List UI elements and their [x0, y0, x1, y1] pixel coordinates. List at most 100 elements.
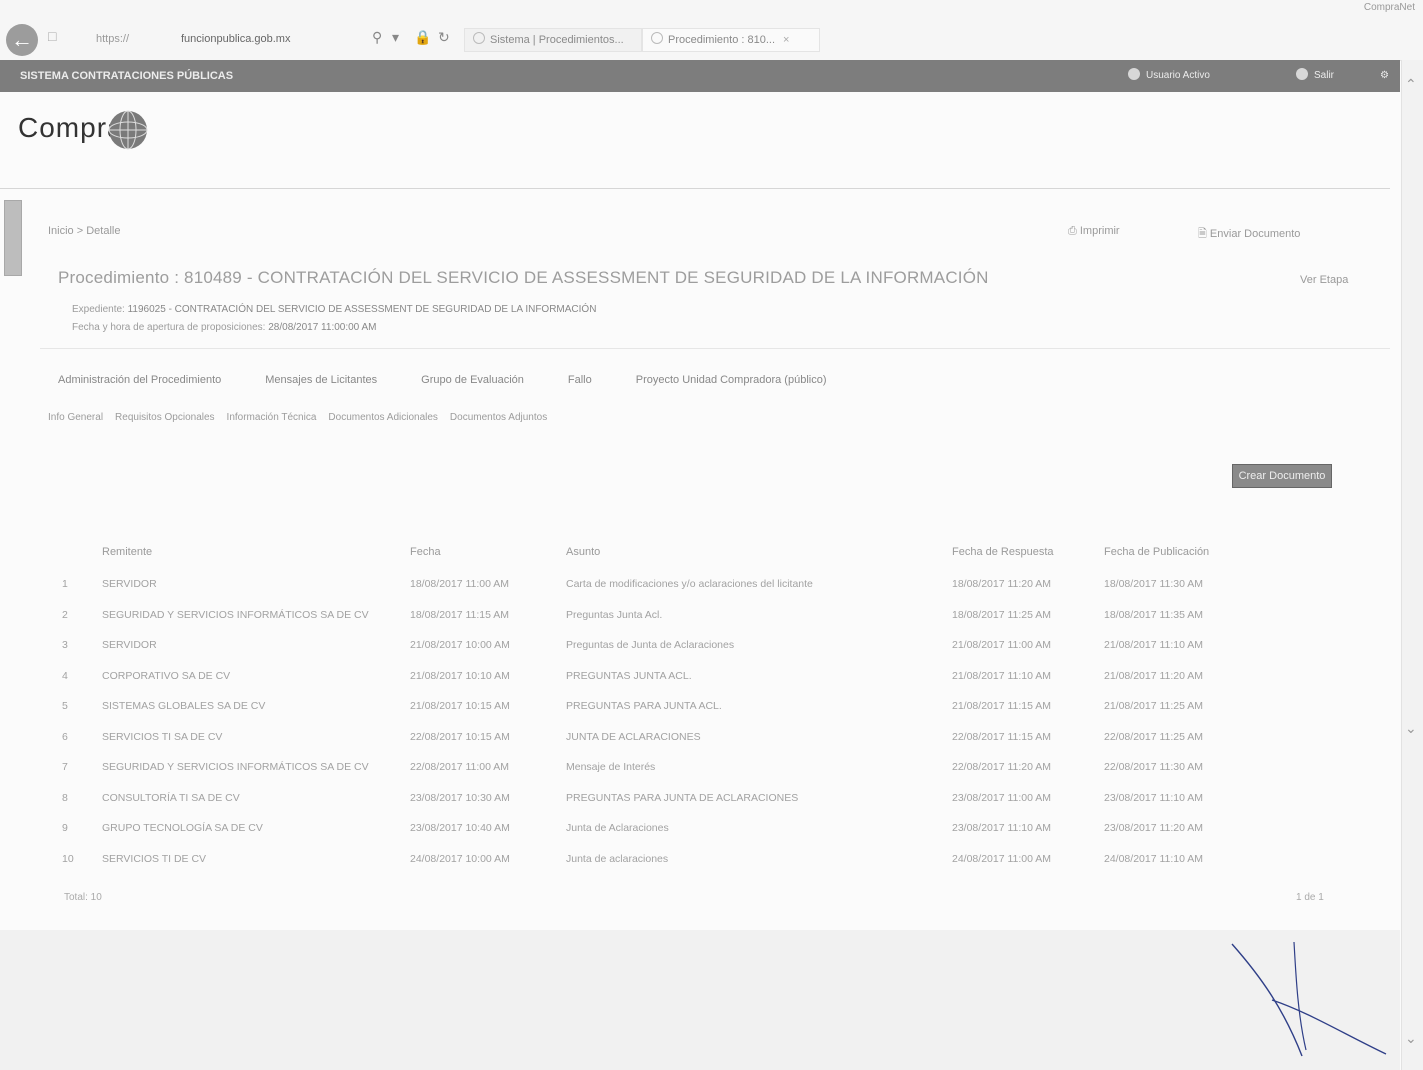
- table-cell-n: 7: [62, 761, 68, 773]
- column-header-fecha-publicacion[interactable]: Fecha de Publicación: [1104, 546, 1209, 558]
- table-cell-resp: 21/08/2017 11:15 AM: [952, 700, 1052, 712]
- table-cell-resp: 23/08/2017 11:10 AM: [952, 822, 1052, 834]
- lock-icon: 🔒: [414, 29, 432, 45]
- table-cell-subject[interactable]: PREGUNTAS JUNTA ACL.: [566, 670, 692, 682]
- table-cell-date: 21/08/2017 10:15 AM: [410, 700, 510, 712]
- table-cell-date: 23/08/2017 10:40 AM: [410, 822, 510, 834]
- table-pager[interactable]: 1 de 1: [1296, 892, 1324, 903]
- table-cell-resp: 22/08/2017 11:15 AM: [952, 730, 1052, 743]
- tab-fallo[interactable]: Fallo: [568, 374, 592, 386]
- table-cell-pub: 24/08/2017 11:10 AM: [1104, 852, 1204, 865]
- table-cell-from: CONSULTORÍA TI SA DE CV: [102, 791, 240, 804]
- subtab-info-tecnica[interactable]: Información Técnica: [227, 412, 317, 423]
- column-header-remitente[interactable]: Remitente: [102, 546, 152, 558]
- table-cell-resp: 22/08/2017 11:20 AM: [952, 761, 1052, 773]
- table-cell-resp: 18/08/2017 11:25 AM: [952, 608, 1052, 621]
- subtab-documentos-adjuntos[interactable]: Documentos Adjuntos: [450, 412, 547, 423]
- tab-favicon-icon: [651, 32, 663, 44]
- table-cell-date: 23/08/2017 10:30 AM: [410, 791, 510, 804]
- view-stage-link[interactable]: Ver Etapa: [1300, 274, 1348, 286]
- handwritten-signature-mark: [1231, 941, 1387, 1057]
- table-cell-n: 2: [62, 608, 68, 621]
- table-cell-pub: 21/08/2017 11:20 AM: [1104, 669, 1204, 682]
- window-corner-label: CompraNet: [1363, 2, 1415, 13]
- table-cell-subject[interactable]: PREGUNTAS PARA JUNTA ACL.: [566, 700, 722, 712]
- subtab-documentos-adicionales[interactable]: Documentos Adicionales: [328, 412, 438, 423]
- table-cell-subject[interactable]: Carta de modificaciones y/o aclaraciones…: [566, 578, 813, 590]
- scroll-down-icon[interactable]: ⌄: [1405, 720, 1417, 737]
- table-cell-from: SEGURIDAD Y SERVICIOS INFORMÁTICOS SA DE…: [102, 761, 369, 773]
- table-cell-subject[interactable]: Preguntas Junta Acl.: [566, 609, 662, 621]
- table-cell-date: 18/08/2017 11:00 AM: [410, 578, 510, 590]
- browser-tab-procedimiento[interactable]: Procedimiento : 810... ×: [642, 28, 820, 52]
- subtab-info-general[interactable]: Info General: [48, 412, 103, 423]
- expediente-line: Expediente: 1196025 - CONTRATACIÓN DEL S…: [72, 304, 597, 315]
- table-cell-pub: 21/08/2017 11:10 AM: [1104, 639, 1204, 651]
- table-cell-n: 6: [62, 730, 68, 743]
- column-header-fecha-respuesta[interactable]: Fecha de Respuesta: [952, 546, 1054, 558]
- table-cell-date: 22/08/2017 10:15 AM: [410, 730, 510, 743]
- tab-close-icon[interactable]: ×: [783, 34, 789, 46]
- browser-tab-sistema[interactable]: Sistema | Procedimientos...: [464, 28, 642, 52]
- user-icon: [1128, 68, 1140, 80]
- address-prefix: https://: [96, 33, 130, 45]
- vertical-scrollbar[interactable]: [1401, 60, 1423, 1070]
- print-icon: ⎙: [1068, 225, 1077, 237]
- table-cell-pub: 22/08/2017 11:25 AM: [1104, 730, 1204, 743]
- tab-proyecto[interactable]: Proyecto Unidad Compradora (público): [636, 374, 827, 386]
- back-button[interactable]: ←: [6, 24, 38, 56]
- column-header-asunto[interactable]: Asunto: [566, 546, 600, 558]
- table-cell-subject[interactable]: Junta de Aclaraciones: [566, 822, 669, 834]
- settings-icon[interactable]: ⚙: [1380, 60, 1389, 92]
- breadcrumb[interactable]: Inicio > Detalle: [48, 225, 120, 237]
- table-cell-from: CORPORATIVO SA DE CV: [102, 669, 231, 682]
- table-cell-pub: 18/08/2017 11:30 AM: [1104, 578, 1204, 590]
- table-cell-n: 9: [62, 822, 68, 834]
- address-bar[interactable]: https:// funcionpublica.gob.mx: [96, 28, 464, 50]
- table-cell-subject[interactable]: JUNTA DE ACLARACIONES: [566, 731, 701, 743]
- table-cell-pub: 23/08/2017 11:10 AM: [1104, 791, 1204, 804]
- table-cell-from: SERVIDOR: [102, 578, 157, 590]
- document-icon: 🗎: [1198, 228, 1207, 240]
- procedure-nav-tabs: Administración del Procedimiento Mensajes…: [58, 374, 871, 386]
- subtab-requisitos[interactable]: Requisitos Opcionales: [115, 412, 215, 423]
- active-user-link[interactable]: Usuario Activo: [1128, 60, 1210, 92]
- search-icon[interactable]: ⚲: [372, 29, 382, 46]
- table-cell-n: 5: [62, 700, 68, 712]
- table-cell-subject[interactable]: PREGUNTAS PARA JUNTA DE ACLARACIONES: [566, 792, 798, 804]
- table-cell-resp: 23/08/2017 11:00 AM: [952, 791, 1052, 804]
- table-cell-from: SEGURIDAD Y SERVICIOS INFORMÁTICOS SA DE…: [102, 608, 369, 621]
- table-cell-pub: 23/08/2017 11:20 AM: [1104, 822, 1204, 834]
- print-link[interactable]: ⎙ Imprimir: [1068, 225, 1120, 238]
- forward-button[interactable]: □: [48, 28, 66, 48]
- table-cell-from: SERVICIOS TI DE CV: [102, 852, 207, 865]
- table-total: Total: 10: [64, 892, 102, 903]
- side-panel-handle[interactable]: [4, 200, 22, 276]
- table-cell-resp: 24/08/2017 11:00 AM: [952, 852, 1052, 865]
- send-document-link[interactable]: 🗎 Enviar Documento: [1198, 225, 1300, 244]
- app-header-bar: SISTEMA CONTRATACIONES PÚBLICAS Usuario …: [0, 60, 1400, 92]
- tab-administracion[interactable]: Administración del Procedimiento: [58, 374, 221, 386]
- dropdown-icon[interactable]: ▾: [392, 29, 399, 46]
- refresh-icon[interactable]: ↻: [438, 29, 450, 46]
- table-cell-from: GRUPO TECNOLOGÍA SA DE CV: [102, 822, 263, 834]
- table-cell-date: 22/08/2017 11:00 AM: [410, 761, 510, 773]
- table-cell-date: 18/08/2017 11:15 AM: [410, 608, 510, 621]
- logout-link[interactable]: Salir: [1296, 60, 1334, 92]
- scroll-bottom-icon[interactable]: ⌄: [1405, 1030, 1417, 1047]
- table-cell-pub: 18/08/2017 11:35 AM: [1104, 608, 1204, 621]
- table-cell-subject[interactable]: Junta de aclaraciones: [566, 853, 668, 865]
- tab-grupo-evaluacion[interactable]: Grupo de Evaluación: [421, 374, 524, 386]
- tab-mensajes[interactable]: Mensajes de Licitantes: [265, 374, 377, 386]
- table-cell-n: 3: [62, 639, 68, 651]
- scroll-up-icon[interactable]: ⌃: [1405, 76, 1417, 93]
- address-domain: funcionpublica.gob.mx: [181, 33, 291, 45]
- table-cell-subject[interactable]: Preguntas de Junta de Aclaraciones: [566, 639, 734, 651]
- table-cell-from: SISTEMAS GLOBALES SA DE CV: [102, 700, 266, 712]
- tab-favicon-icon: [473, 32, 485, 44]
- table-cell-subject[interactable]: Mensaje de Interés: [566, 761, 655, 773]
- column-header-fecha[interactable]: Fecha: [410, 546, 441, 558]
- table-cell-n: 8: [62, 791, 68, 804]
- table-cell-pub: 21/08/2017 11:25 AM: [1104, 700, 1204, 712]
- create-document-button[interactable]: Crear Documento: [1232, 464, 1332, 488]
